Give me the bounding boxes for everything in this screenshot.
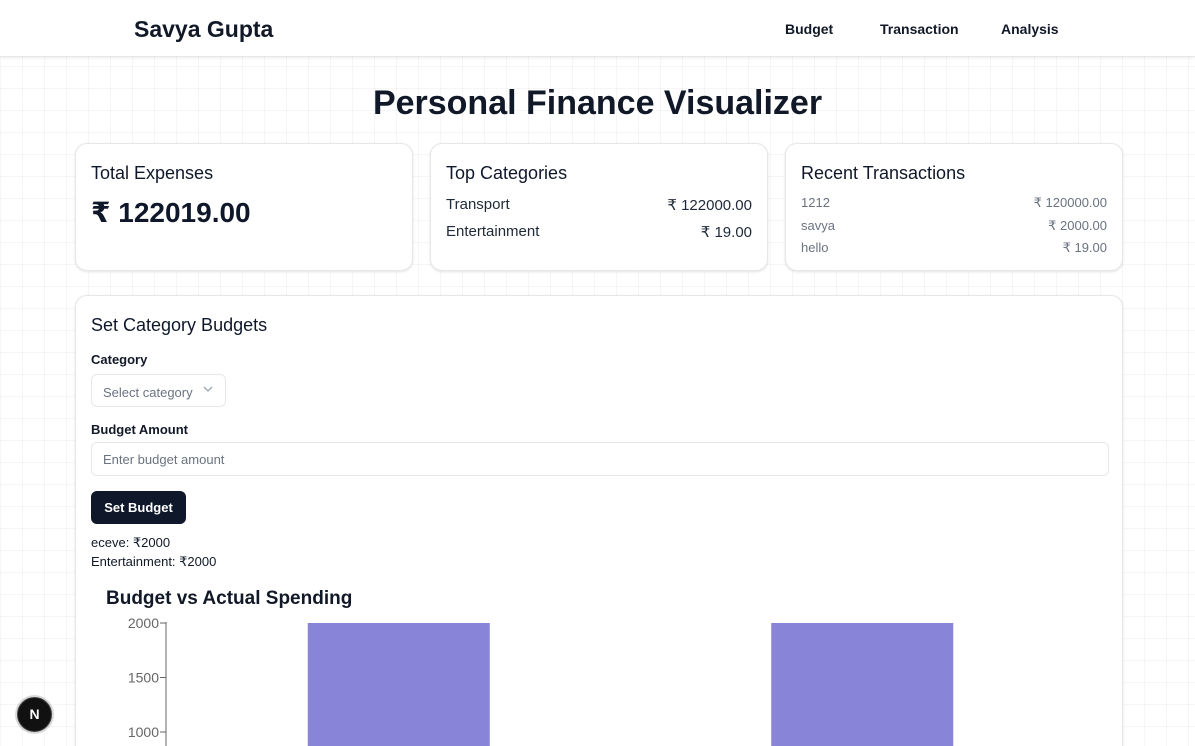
transaction-amount: ₹ 120000.00 — [1033, 195, 1107, 210]
transaction-row: hello ₹ 19.00 — [801, 240, 1107, 256]
chart-bar — [771, 623, 954, 746]
nextjs-dev-badge[interactable]: N — [17, 697, 52, 732]
transaction-name: hello — [801, 240, 829, 255]
nav-link-analysis[interactable]: Analysis — [1001, 21, 1059, 37]
top-category-amount: ₹ 122000.00 — [667, 197, 752, 214]
recent-transactions-card: Recent Transactions 1212 ₹ 120000.00 sav… — [785, 143, 1123, 271]
top-category-name: Transport — [446, 196, 510, 213]
top-category-amount: ₹ 19.00 — [700, 224, 752, 241]
page-title: Personal Finance Visualizer — [372, 84, 823, 122]
y-tick-label: 1500 — [128, 670, 159, 686]
y-tick-label: 2000 — [128, 615, 159, 631]
brand-name[interactable]: Savya Gupta — [134, 16, 273, 43]
y-tick-label: 1000 — [128, 724, 159, 740]
top-category-row: Transport ₹ 122000.00 — [446, 196, 752, 214]
top-category-row: Entertainment ₹ 19.00 — [446, 223, 752, 241]
budget-vs-actual-chart: 2000 1500 1000 — [128, 615, 954, 746]
top-categories-card: Top Categories Transport ₹ 122000.00 Ent… — [430, 143, 768, 271]
transaction-amount: ₹ 2000.00 — [1048, 218, 1107, 233]
transaction-row: 1212 ₹ 120000.00 — [801, 195, 1107, 211]
transaction-row: savya ₹ 2000.00 — [801, 218, 1107, 234]
transaction-name: savya — [801, 218, 835, 233]
total-expenses-title: Total Expenses — [91, 163, 214, 183]
total-expenses-card: Total Expenses ₹ 122019.00 — [75, 143, 413, 271]
recent-transactions-title: Recent Transactions — [801, 163, 966, 183]
transaction-amount: ₹ 19.00 — [1062, 240, 1107, 255]
top-navbar: Savya Gupta Budget Transaction Analysis — [0, 0, 1195, 57]
total-expenses-value: ₹ 122019.00 — [91, 197, 251, 228]
category-budgets-card: Set Category Budgets Category Select cat… — [75, 295, 1123, 746]
transaction-name: 1212 — [801, 195, 830, 210]
nav-link-transaction[interactable]: Transaction — [880, 21, 959, 37]
chart-bar — [307, 623, 490, 746]
nav-link-budget[interactable]: Budget — [785, 21, 833, 37]
top-category-name: Entertainment — [446, 223, 540, 240]
top-categories-title: Top Categories — [446, 163, 568, 183]
